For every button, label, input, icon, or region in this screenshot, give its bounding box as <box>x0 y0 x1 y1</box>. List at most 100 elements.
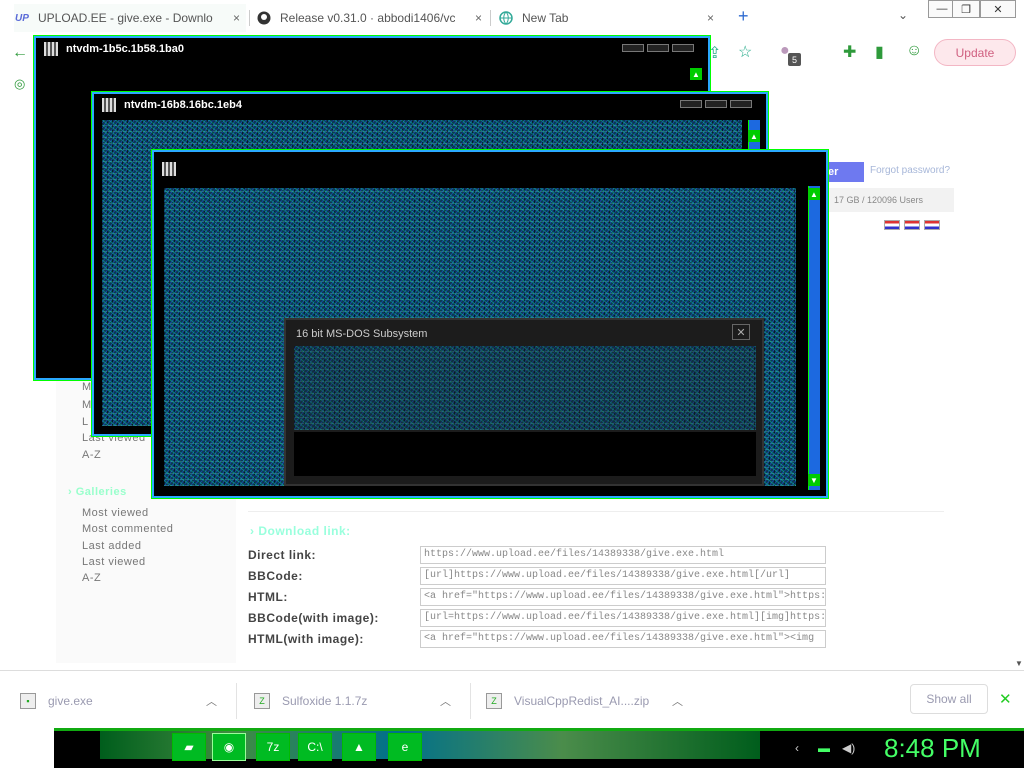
extension-badge: 5 <box>788 53 801 66</box>
sidebar-link-partial[interactable]: M <box>82 399 92 411</box>
download-item-visualcppredist[interactable]: Z VisualCppRedist_AI....zip <box>486 692 649 710</box>
bbcode-field[interactable]: [url]https://www.upload.ee/files/1438933… <box>420 567 826 585</box>
tab-title: UPLOAD.EE - give.exe - Download <box>38 11 213 25</box>
sidebar-icon[interactable]: ▮ <box>875 42 884 62</box>
sidebar-link-partial[interactable]: L <box>82 416 89 428</box>
galleries-link-last-added[interactable]: Last added <box>82 540 141 552</box>
ntvdm-window-2-titlebar[interactable]: ntvdm-16b8.16bc.1eb4 <box>94 94 766 116</box>
sidebar-link-partial[interactable]: M <box>82 381 92 393</box>
flag-icon[interactable] <box>904 220 920 230</box>
dialog-body <box>294 432 756 476</box>
new-tab-button[interactable]: + <box>738 6 749 27</box>
divider <box>248 511 944 512</box>
divider <box>470 683 471 719</box>
scroll-up-icon[interactable]: ▲ <box>808 188 820 200</box>
page-scrollbar[interactable]: ▼ <box>1012 98 1024 670</box>
download-filename: give.exe <box>48 694 93 708</box>
flag-icon[interactable] <box>884 220 900 230</box>
forgot-password-link[interactable]: Forgot password? <box>870 165 950 176</box>
file-explorer-icon[interactable]: ▰ <box>172 733 206 761</box>
tab-divider <box>490 10 491 26</box>
galleries-link-a-z[interactable]: A-Z <box>82 572 101 584</box>
minimize-button[interactable] <box>622 44 644 52</box>
sidebar-link-a-z[interactable]: A-Z <box>82 449 101 461</box>
back-arrow-icon[interactable]: ← <box>12 44 28 62</box>
ntvdm-window-2-title: ntvdm-16b8.16bc.1eb4 <box>124 99 242 111</box>
close-button[interactable] <box>672 44 694 52</box>
globe-icon <box>498 10 514 26</box>
close-tab-icon[interactable]: × <box>707 11 714 25</box>
ms-dos-icon <box>102 98 116 112</box>
window-controls <box>680 100 752 108</box>
chevron-up-icon[interactable]: ︿ <box>440 693 451 709</box>
github-icon <box>256 10 272 26</box>
taskbar-clock[interactable]: 8:48 PM <box>884 733 981 764</box>
scroll-up-icon[interactable]: ▲ <box>690 68 702 80</box>
tab-upload-ee[interactable]: UP UPLOAD.EE - give.exe - Download × <box>14 4 246 32</box>
tab-title: New Tab <box>522 11 569 25</box>
html-field[interactable]: <a href="https://www.upload.ee/files/143… <box>420 588 826 606</box>
ms-dos-icon <box>162 162 176 176</box>
tab-github-release[interactable]: Release v0.31.0 · abbodi1406/vcr × <box>256 4 488 32</box>
language-flags <box>884 220 940 230</box>
bookmark-star-icon[interactable]: ☆ <box>738 42 752 62</box>
chevron-up-icon[interactable]: ︿ <box>206 693 217 709</box>
update-button[interactable]: Update <box>934 39 1016 66</box>
scroll-up-icon[interactable]: ▲ <box>748 130 760 142</box>
7zip-icon[interactable]: 7z <box>256 733 290 761</box>
tab-new-tab[interactable]: New Tab × <box>498 4 720 32</box>
download-item-give-exe[interactable]: ▪ give.exe <box>20 692 93 710</box>
galleries-link-most-viewed[interactable]: Most viewed <box>82 507 149 519</box>
puzzle-icon[interactable]: ✚ <box>843 42 856 62</box>
divider <box>236 683 237 719</box>
share-icon[interactable]: ⇪ <box>708 43 721 63</box>
maximize-button[interactable]: ❐ <box>952 0 980 18</box>
scroll-down-icon[interactable]: ▼ <box>808 474 820 486</box>
bbcode-label: BBCode: <box>248 569 303 583</box>
minimize-button[interactable] <box>680 100 702 108</box>
ntvdm-window-1-titlebar[interactable]: ntvdm-1b5c.1b58.1ba0 <box>36 38 708 60</box>
tab-title: Release v0.31.0 · abbodi1406/vcr <box>280 11 455 25</box>
ntvdm-scrollbar[interactable] <box>808 186 820 490</box>
direct-link-field[interactable]: https://www.upload.ee/files/14389338/giv… <box>420 546 826 564</box>
galleries-link-most-commented[interactable]: Most commented <box>82 523 173 535</box>
dialog-title: 16 bit MS-DOS Subsystem <box>296 328 428 340</box>
close-tab-icon[interactable]: × <box>475 11 482 25</box>
vlc-icon[interactable]: ▲ <box>342 733 376 761</box>
tab-search-button[interactable]: ⌄ <box>898 8 908 22</box>
chevron-up-icon[interactable]: ︿ <box>672 693 683 709</box>
show-hidden-icons-icon[interactable]: ‹ <box>795 741 799 755</box>
upload-ee-icon: UP <box>15 12 29 24</box>
network-icon[interactable]: ▬ <box>818 741 830 755</box>
close-icon[interactable]: ✕ <box>732 324 750 340</box>
apps-icon[interactable]: ◎ <box>14 76 25 92</box>
show-all-button[interactable]: Show all <box>910 684 988 714</box>
ntvdm-window-1-title: ntvdm-1b5c.1b58.1ba0 <box>66 43 184 55</box>
download-item-sulfoxide[interactable]: Z Sulfoxide 1.1.7z <box>254 692 367 710</box>
ntvdm-window-3-titlebar[interactable] <box>154 152 826 184</box>
site-stats: 17 GB / 120096 Users <box>824 188 954 212</box>
download-filename: VisualCppRedist_AI....zip <box>514 694 650 708</box>
maximize-button[interactable] <box>647 44 669 52</box>
close-button[interactable] <box>730 100 752 108</box>
bbcode-with-image-field[interactable]: [url=https://www.upload.ee/files/1438933… <box>420 609 826 627</box>
7z-icon: Z <box>254 693 270 709</box>
volume-icon[interactable]: ◀) <box>842 741 855 755</box>
maximize-button[interactable] <box>705 100 727 108</box>
close-window-button[interactable]: ✕ <box>980 0 1016 18</box>
ms-dos-subsystem-dialog[interactable]: 16 bit MS-DOS Subsystem ✕ <box>284 318 764 486</box>
flag-icon[interactable] <box>924 220 940 230</box>
internet-explorer-icon[interactable]: e <box>388 733 422 761</box>
chrome-icon[interactable]: ◉ <box>212 733 246 761</box>
html-with-image-field[interactable]: <a href="https://www.upload.ee/files/143… <box>420 630 826 648</box>
window-controls <box>622 44 694 52</box>
close-tab-icon[interactable]: × <box>233 11 240 25</box>
html-label: HTML: <box>248 590 288 604</box>
profile-icon[interactable]: ☺ <box>906 42 922 60</box>
galleries-heading-text: Galleries <box>75 486 127 498</box>
close-downloads-icon[interactable]: ✕ <box>999 690 1012 708</box>
scroll-down-icon[interactable]: ▼ <box>1015 659 1023 668</box>
command-prompt-icon[interactable]: C:\ <box>298 733 332 761</box>
download-filename: Sulfoxide 1.1.7z <box>282 694 368 708</box>
galleries-link-last-viewed[interactable]: Last viewed <box>82 556 146 568</box>
